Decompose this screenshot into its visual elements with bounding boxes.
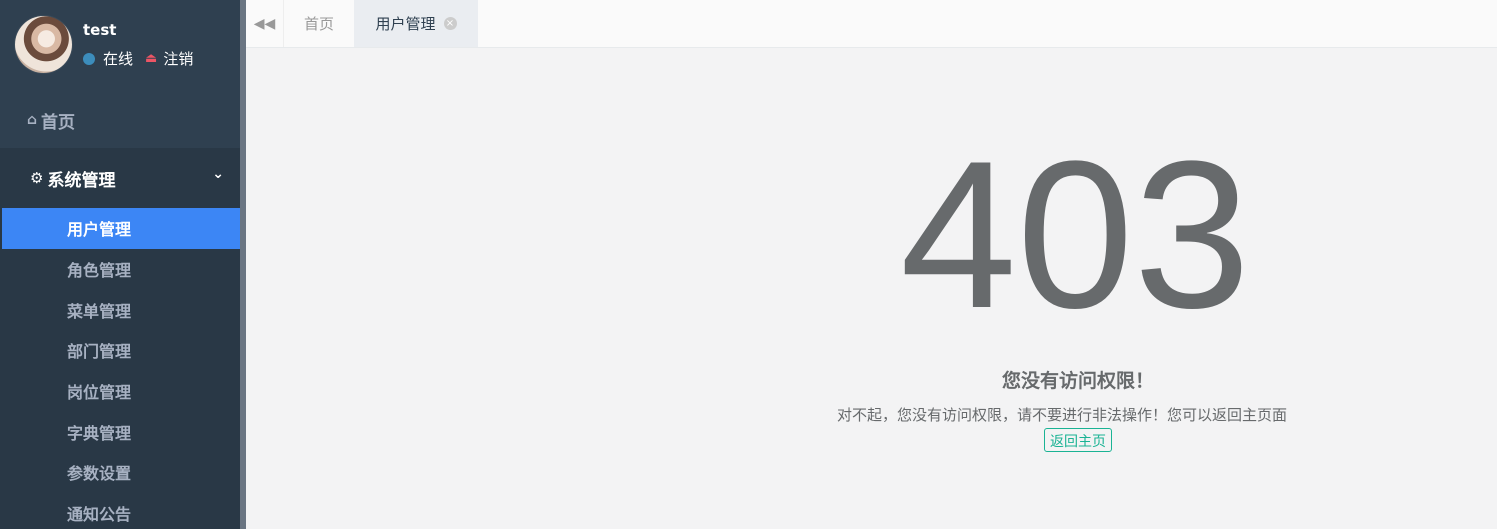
online-dot-icon xyxy=(83,52,95,65)
sidebar-subnav: 用户管理 角色管理 菜单管理 部门管理 岗位管理 字典管理 参数设置 通知公告 xyxy=(0,208,244,529)
sidebar-item-dept[interactable]: 部门管理 xyxy=(0,330,244,371)
sidebar: test 在线 ⏏ 注销 ⌂ 首页 ⚙ 系统管理 ⌄ 用户管理 角色管理 菜单管… xyxy=(0,0,244,529)
sidebar-item-post[interactable]: 岗位管理 xyxy=(0,371,244,412)
online-status-label: 在线 xyxy=(103,50,134,68)
chevron-down-icon: ⌄ xyxy=(212,166,224,182)
error-code: 403 xyxy=(900,117,1251,352)
user-name[interactable]: test xyxy=(83,21,116,39)
tab-user-management[interactable]: 用户管理 × xyxy=(354,0,478,47)
app-root: test 在线 ⏏ 注销 ⌂ 首页 ⚙ 系统管理 ⌄ 用户管理 角色管理 菜单管… xyxy=(0,0,1497,529)
avatar[interactable] xyxy=(15,16,72,73)
sidebar-item-user[interactable]: 用户管理 xyxy=(2,208,244,249)
logout-icon[interactable]: ⏏ xyxy=(145,51,157,66)
tab-home[interactable]: 首页 xyxy=(284,0,354,47)
sidebar-group-label: 系统管理 xyxy=(47,170,116,191)
error-title: 您没有访问权限！ xyxy=(1002,370,1155,392)
double-left-arrow-icon: ◀◀ xyxy=(253,15,276,32)
sidebar-item-label: 首页 xyxy=(41,112,76,133)
sidebar-group-system[interactable]: ⚙ 系统管理 ⌄ xyxy=(0,148,244,208)
user-panel: test 在线 ⏏ 注销 xyxy=(0,0,244,92)
sidebar-item-menu[interactable]: 菜单管理 xyxy=(0,289,244,330)
sidebar-item-notice[interactable]: 通知公告 xyxy=(0,493,244,529)
sidebar-nav: ⌂ 首页 ⚙ 系统管理 ⌄ 用户管理 角色管理 菜单管理 部门管理 岗位管理 字… xyxy=(0,92,244,529)
sidebar-item-dict[interactable]: 字典管理 xyxy=(0,411,244,452)
user-status: 在线 ⏏ 注销 xyxy=(83,48,193,69)
sidebar-item-role[interactable]: 角色管理 xyxy=(0,249,244,290)
close-circle-icon[interactable]: × xyxy=(443,17,457,30)
tab-scroll-left-button[interactable]: ◀◀ xyxy=(246,0,284,47)
main-content: 403 您没有访问权限！ 对不起，您没有访问权限，请不要进行非法操作！您可以返回… xyxy=(246,48,1497,529)
sidebar-item-home[interactable]: ⌂ 首页 xyxy=(0,92,244,148)
return-home-button[interactable]: 返回主页 xyxy=(1044,428,1112,452)
gear-icon: ⚙ xyxy=(30,169,44,187)
sidebar-item-config[interactable]: 参数设置 xyxy=(0,452,244,493)
tab-label: 用户管理 xyxy=(375,15,436,33)
tab-bar: ◀◀ 首页 用户管理 × xyxy=(246,0,1497,48)
home-icon: ⌂ xyxy=(27,112,38,128)
error-description: 对不起，您没有访问权限，请不要进行非法操作！您可以返回主页面 xyxy=(837,406,1288,424)
logout-link[interactable]: 注销 xyxy=(163,48,193,69)
